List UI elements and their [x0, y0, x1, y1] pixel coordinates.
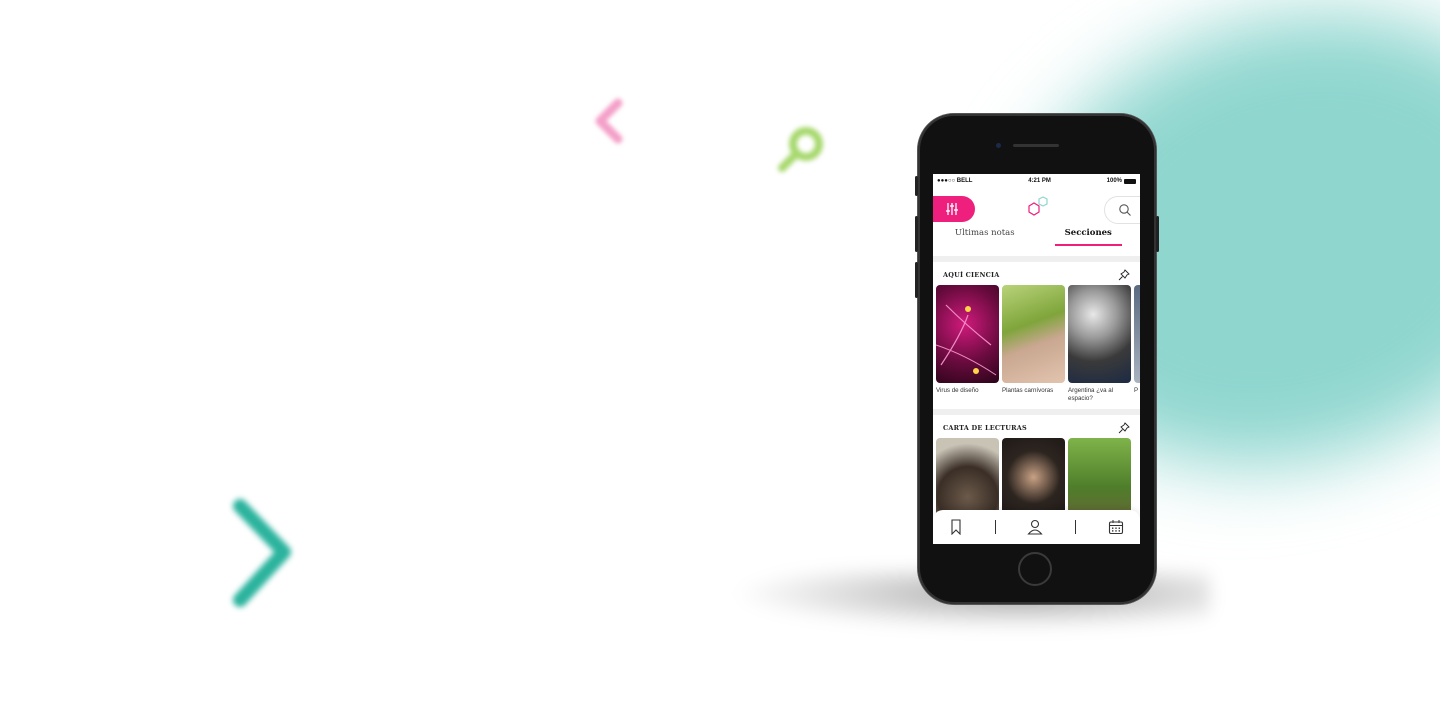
battery-group: 100% — [1107, 178, 1136, 184]
tab-bar: Ultimas notas Secciones — [933, 220, 1141, 246]
user-icon[interactable] — [1027, 519, 1044, 535]
nav-divider — [1075, 520, 1077, 534]
tab-ultimas-notas[interactable]: Ultimas notas — [933, 220, 1037, 244]
carrier-label: ●●●○○ BELL — [937, 178, 973, 184]
bookmark-icon[interactable] — [949, 519, 963, 535]
battery-label: 100% — [1106, 178, 1122, 184]
status-bar: ●●●○○ BELL 4:21 PM 100% — [933, 174, 1140, 188]
article-card[interactable]: Argentina ¿va al espacio? — [1068, 285, 1131, 405]
pink-chevron-left-icon — [595, 98, 623, 144]
article-card[interactable]: P a — [1134, 285, 1140, 405]
article-card[interactable]: Virus de diseño — [936, 285, 999, 405]
article-image-partial — [1134, 285, 1140, 383]
pin-icon[interactable] — [1118, 422, 1130, 434]
clock: 4:21 PM — [1028, 178, 1051, 184]
section-header: AQUÍ CIENCIA — [933, 262, 1140, 285]
tab-secciones[interactable]: Secciones — [1037, 220, 1141, 246]
green-search-icon — [778, 127, 823, 172]
article-title: Argentina ¿va al espacio? — [1068, 387, 1114, 402]
article-image-plant — [1002, 285, 1065, 383]
nav-divider — [994, 520, 996, 534]
hexagons-logo-icon — [1028, 196, 1048, 216]
mute-switch — [915, 176, 918, 196]
section-title: AQUÍ CIENCIA — [943, 271, 1000, 279]
volume-down-button — [915, 262, 918, 298]
section-title: CARTA DE LECTURAS — [943, 424, 1027, 432]
sections-list: AQUÍ CIENCIA Virus de diseño Plantas car… — [933, 256, 1140, 544]
article-image-virus — [936, 285, 999, 383]
app-screen: ●●●○○ BELL 4:21 PM 100% Ultimas notas Se… — [933, 174, 1140, 544]
earpiece-speaker — [1013, 144, 1059, 147]
pin-icon[interactable] — [1118, 269, 1130, 281]
front-camera — [996, 143, 1001, 148]
search-icon — [1119, 204, 1131, 216]
home-button[interactable] — [1018, 552, 1052, 586]
section-header: CARTA DE LECTURAS — [933, 415, 1140, 438]
app-header — [933, 188, 1140, 224]
article-card[interactable]: Plantas carnívoras — [1002, 285, 1065, 405]
section-aqui-ciencia: AQUÍ CIENCIA Virus de diseño Plantas car… — [933, 262, 1140, 409]
power-button — [1156, 216, 1159, 252]
phone-device: ●●●○○ BELL 4:21 PM 100% Ultimas notas Se… — [915, 114, 1159, 604]
article-title: P a — [1134, 387, 1140, 394]
bottom-navigation — [933, 510, 1140, 544]
card-carousel[interactable]: Virus de diseño Plantas carnívoras Argen… — [933, 285, 1140, 405]
teal-chevron-right-icon — [233, 499, 291, 607]
article-title: Plantas carnívoras — [1002, 387, 1054, 394]
article-title: Virus de diseño — [936, 387, 979, 394]
sliders-icon — [946, 203, 958, 215]
volume-up-button — [915, 216, 918, 252]
article-image-astronaut — [1068, 285, 1131, 383]
calendar-icon[interactable] — [1108, 519, 1124, 535]
battery-icon — [1124, 178, 1136, 184]
filter-button[interactable] — [933, 196, 975, 222]
